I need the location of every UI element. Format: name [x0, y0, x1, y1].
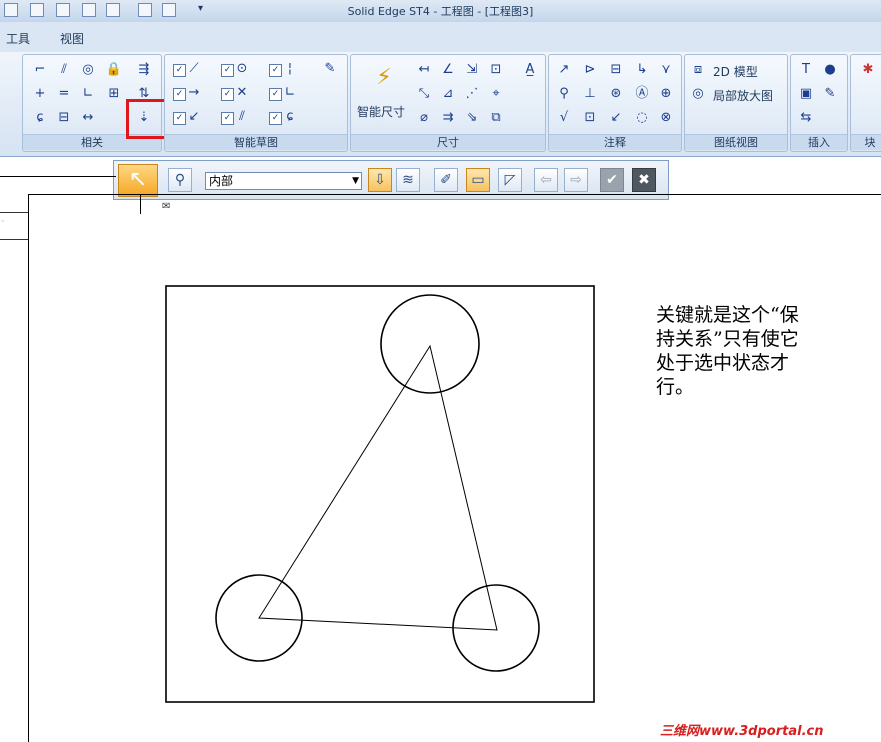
sketch-circle-top[interactable]	[380, 294, 480, 394]
sketch-triangle[interactable]	[258, 344, 498, 631]
annotation-note: 关键就是这个“保持关系”只有使它处于选中状态才行。	[656, 304, 799, 398]
watermark: 三维网www.3dportal.cn	[660, 724, 824, 739]
sketch-rectangle[interactable]	[165, 285, 595, 703]
